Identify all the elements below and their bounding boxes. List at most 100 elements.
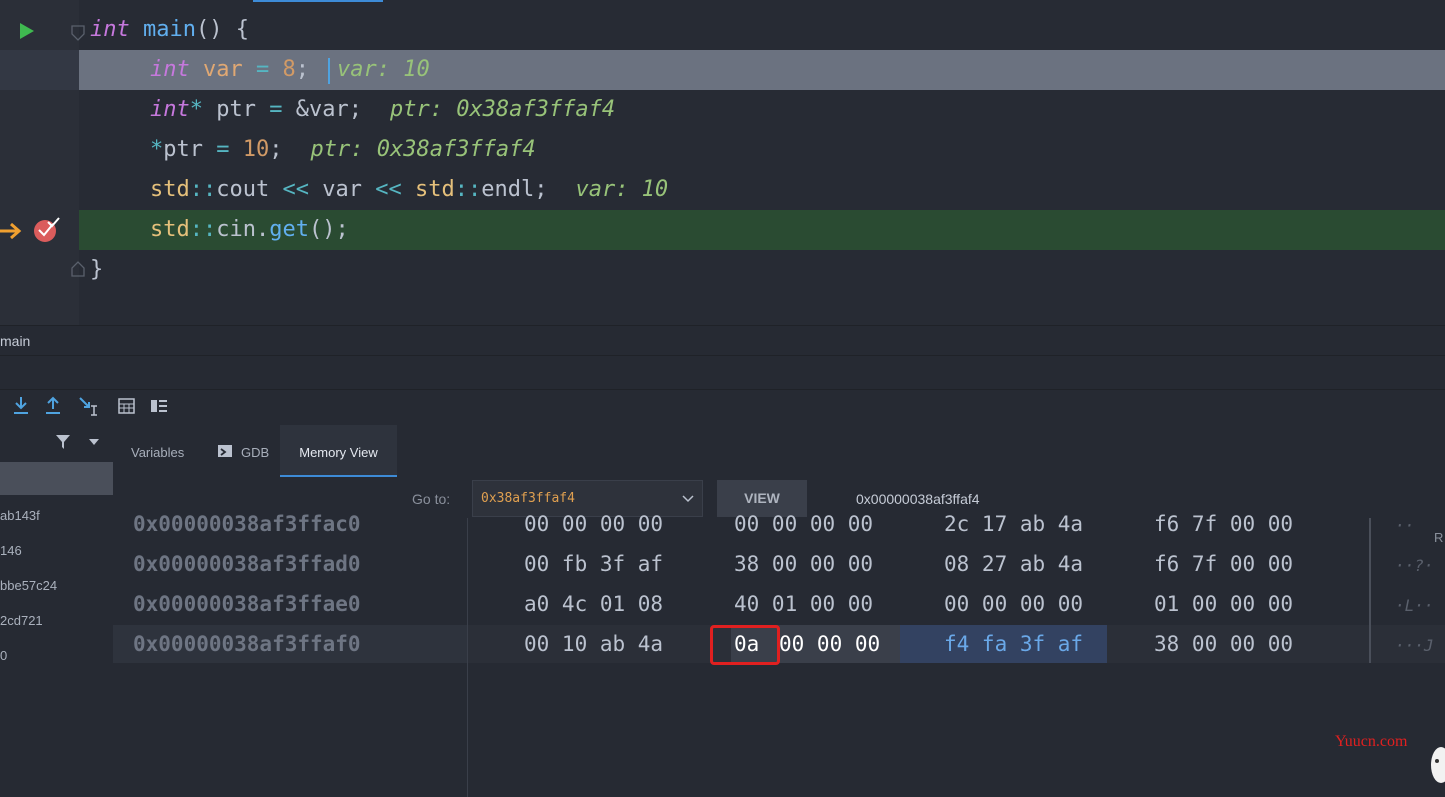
editor-gutter[interactable] (0, 0, 79, 325)
code-line-4[interactable]: *ptr = 10; ptr: 0x38af3ffaf4 (79, 130, 1445, 170)
code-token: () { (195, 17, 249, 42)
memory-bytes[interactable]: 00 00 00 (779, 632, 880, 656)
memory-bytes[interactable]: 40 01 00 00 (734, 592, 873, 616)
annotation-box (710, 625, 780, 665)
code-token: get (269, 217, 309, 242)
inline-debug-value: var: 10 (337, 57, 430, 82)
memory-address: 0x00000038af3ffac0 (133, 512, 361, 536)
memory-bytes[interactable]: a0 4c 01 08 (524, 592, 663, 616)
chevron-down-icon[interactable] (88, 438, 100, 446)
run-icon[interactable] (18, 21, 36, 41)
chevron-down-icon (682, 495, 694, 503)
tab-memory-view[interactable]: Memory View (280, 425, 397, 477)
memory-bytes[interactable]: f6 7f 00 00 (1154, 552, 1293, 576)
code-token: std (150, 217, 190, 242)
memory-bytes[interactable]: 2c 17 ab 4a (944, 512, 1083, 536)
frame-selected[interactable] (0, 462, 113, 495)
code-token: int (150, 57, 190, 82)
breadcrumb[interactable]: main (0, 325, 1445, 356)
memory-bytes[interactable]: 38 00 00 00 (1154, 632, 1293, 656)
memory-bytes-pointer[interactable]: f4 fa 3f af (944, 632, 1083, 656)
code-line-1[interactable]: int main() { (79, 10, 1445, 50)
code-token: * (189, 97, 203, 122)
code-token: var (203, 57, 243, 82)
step-out-icon[interactable] (44, 396, 62, 416)
watermark: Yuucn.com (1335, 733, 1408, 750)
frame-item[interactable]: 146 (0, 543, 22, 558)
code-line-2-selected[interactable]: int var = 8; var: 10 (79, 50, 1445, 90)
breakpoint-icon[interactable] (33, 216, 61, 244)
tab-variables[interactable]: Variables (131, 425, 184, 477)
goto-label: Go to: (412, 491, 451, 507)
code-token: 10 (242, 137, 270, 162)
code-token: :: (454, 177, 482, 202)
memory-bytes[interactable]: 00 10 ab 4a (524, 632, 663, 656)
code-token: &var; (282, 97, 362, 122)
memory-ascii: ···J (1395, 636, 1434, 655)
memory-bytes[interactable]: 00 00 00 00 (524, 512, 663, 536)
memory-ascii: ··?· (1395, 556, 1434, 575)
layout-icon[interactable] (150, 398, 168, 414)
code-token: = (216, 137, 230, 162)
code-token: (); (308, 217, 349, 242)
evaluate-icon[interactable] (118, 398, 136, 414)
memory-bytes[interactable]: 00 00 00 00 (944, 592, 1083, 616)
frame-item[interactable]: bbe57c24 (0, 578, 57, 593)
code-token: = (269, 97, 283, 122)
active-tab-indicator (253, 0, 383, 2)
step-into-icon[interactable] (12, 396, 30, 416)
frame-item[interactable]: 0 (0, 648, 7, 663)
code-token: endl; (481, 177, 548, 202)
code-token: } (90, 257, 104, 282)
code-token: ptr (163, 137, 217, 162)
memory-bytes[interactable]: f6 7f 00 00 (1154, 512, 1293, 536)
code-token: = (256, 57, 270, 82)
memory-ascii: ·L·· (1395, 596, 1434, 615)
tab-gdb[interactable]: GDB (241, 425, 269, 477)
code-token: << (282, 177, 309, 202)
run-to-cursor-icon[interactable] (78, 396, 98, 416)
memory-bytes[interactable]: 00 00 00 00 (734, 512, 873, 536)
code-token: std (414, 177, 455, 202)
frame-item[interactable]: ab143f (0, 508, 40, 523)
memory-address: 0x00000038af3ffaf0 (133, 632, 361, 656)
code-token: 8 (282, 57, 296, 82)
gutter-current-line (0, 50, 79, 90)
code-token: :: (189, 177, 217, 202)
code-token: * (150, 137, 164, 162)
ascii-divider (1369, 518, 1371, 663)
code-token: main (143, 17, 196, 42)
code-token: cin. (216, 217, 270, 242)
code-line-3[interactable]: int* ptr = &var; ptr: 0x38af3ffaf4 (79, 90, 1445, 130)
memory-bytes[interactable]: 01 00 00 00 (1154, 592, 1293, 616)
code-line-6-execution-point[interactable]: std::cin.get(); (79, 210, 1445, 250)
memory-bytes[interactable]: 38 00 00 00 (734, 552, 873, 576)
code-line-5[interactable]: std::cout << var << std::endl; var: 10 (79, 170, 1445, 210)
frame-item[interactable]: 2cd721 (0, 613, 43, 628)
inline-debug-value: ptr: 0x38af3ffaf4 (310, 137, 536, 162)
code-token: std (150, 177, 190, 202)
code-token: cout (216, 177, 283, 202)
execution-arrow-icon (0, 222, 22, 240)
mascot-logo (1431, 747, 1445, 783)
current-address: 0x00000038af3ffaf4 (856, 491, 980, 507)
code-token: :: (189, 217, 217, 242)
memory-bytes[interactable]: 08 27 ab 4a (944, 552, 1083, 576)
inline-debug-value: ptr: 0x38af3ffaf4 (389, 97, 616, 122)
code-token: int (90, 17, 130, 42)
inline-debug-value: var: 10 (575, 177, 669, 202)
memory-bytes[interactable]: 00 fb 3f af (524, 552, 663, 576)
code-token: var (308, 177, 376, 202)
text-caret (328, 58, 330, 84)
breadcrumb-function[interactable]: main (0, 333, 30, 349)
ascii-header: R (1434, 530, 1444, 545)
goto-address-value: 0x38af3ffaf4 (481, 491, 575, 506)
memory-address: 0x00000038af3ffae0 (133, 592, 361, 616)
code-line-7[interactable]: } (79, 250, 1445, 290)
filter-icon[interactable] (55, 434, 71, 450)
